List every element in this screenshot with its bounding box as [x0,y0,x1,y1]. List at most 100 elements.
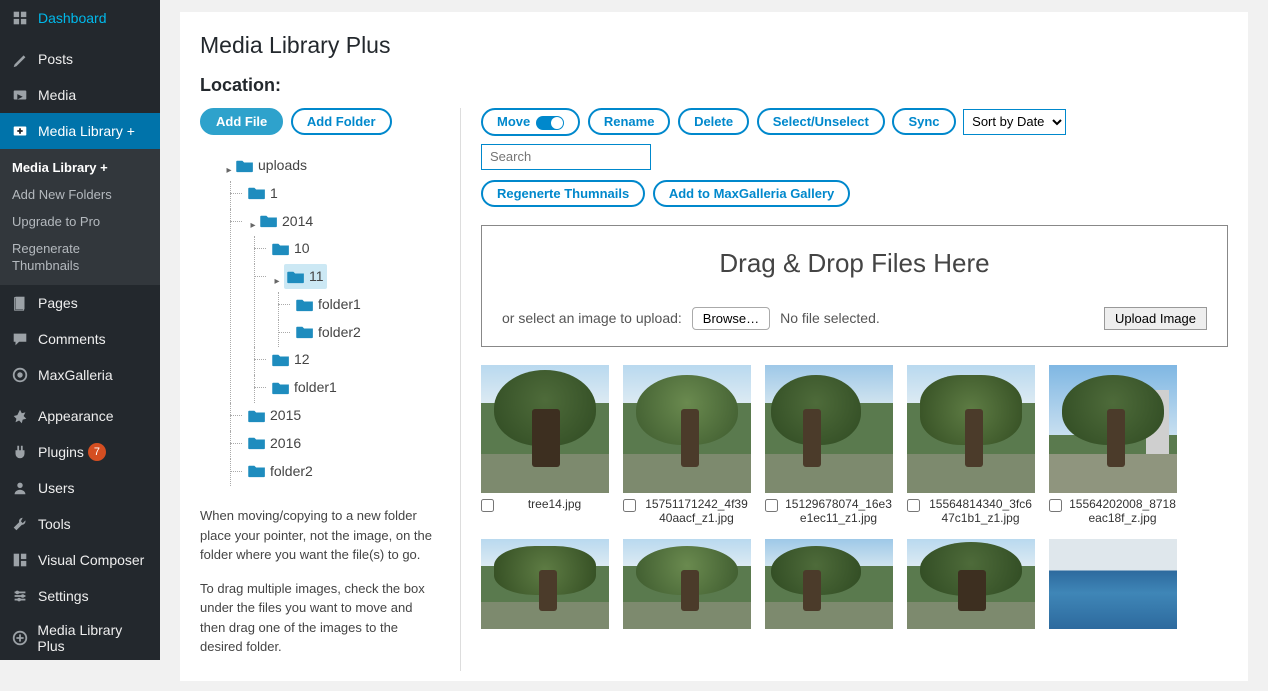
media-library-plus-2-icon [10,628,29,648]
add-to-gallery-button[interactable]: Add to MaxGalleria Gallery [653,180,850,207]
tree-expander[interactable]: ▸ [272,273,282,291]
thumbnail-filename: 15564202008_8718eac18f_z.jpg [1068,497,1177,525]
tree-folder[interactable]: folder1 [272,375,337,400]
tree-folder[interactable]: 2014 [260,209,313,234]
add-folder-button[interactable]: Add Folder [291,108,392,135]
sync-button[interactable]: Sync [892,108,955,135]
tree-folder[interactable]: 11 [284,264,327,289]
sidebar-item-label: Media [38,87,76,103]
sidebar-item-media-library-plus-2[interactable]: Media Library Plus [0,614,160,660]
tree-folder-label: 11 [309,264,324,289]
media-icon [10,85,30,105]
media-library-plus-icon [10,121,30,141]
sidebar-item-label: Visual Composer [38,552,144,568]
tree-folder-label: folder2 [270,459,313,484]
add-file-button[interactable]: Add File [200,108,283,135]
thumbnail-grid-row2 [481,539,1228,629]
maxgalleria-icon [10,365,30,385]
sidebar-item-tools[interactable]: Tools [0,506,160,542]
tree-folder[interactable]: folder2 [296,320,361,345]
upload-image-button[interactable]: Upload Image [1104,307,1207,330]
thumbnail-item[interactable]: tree14.jpg [481,365,609,525]
thumbnail-filename: 15129678074_16e3e1ec11_z1.jpg [784,497,893,525]
sidebar-item-media[interactable]: Media [0,77,160,113]
tree-folder-label: folder2 [318,320,361,345]
tree-expander[interactable]: ▸ [224,162,234,180]
sidebar-item-visual-composer[interactable]: Visual Composer [0,542,160,578]
update-badge: 7 [88,443,106,461]
thumbnail-item[interactable] [907,539,1035,629]
tree-folder[interactable]: 2015 [248,403,301,428]
tree-folder-label: 12 [294,347,310,372]
sidebar-item-plugins[interactable]: Plugins7 [0,434,160,470]
thumbnail-item[interactable] [481,539,609,629]
sidebar-item-comments[interactable]: Comments [0,321,160,357]
comments-icon [10,329,30,349]
toolbar: Move Rename Delete Select/Unselect Sync … [481,108,1228,170]
sidebar-item-media-library-plus[interactable]: Media Library + [0,113,160,149]
select-unselect-button[interactable]: Select/Unselect [757,108,885,135]
sidebar-sub-item[interactable]: Regenerate Thumbnails [0,236,160,280]
tree-folder[interactable]: folder2 [248,459,313,484]
browse-button[interactable]: Browse… [692,307,770,330]
tree-folder-label: uploads [258,153,307,178]
sidebar-item-label: Media Library Plus [37,622,150,654]
tree-folder[interactable]: 2016 [248,431,301,456]
sort-select[interactable]: Sort by Date [963,109,1066,135]
tree-expander[interactable]: ▸ [248,217,258,235]
dropzone[interactable]: Drag & Drop Files Here or select an imag… [481,225,1228,347]
thumbnail-item[interactable]: 15564202008_8718eac18f_z.jpg [1049,365,1177,525]
sidebar-item-appearance[interactable]: Appearance [0,398,160,434]
sidebar-item-label: Appearance [38,408,114,424]
sidebar-item-label: Comments [38,331,106,347]
sidebar-item-label: Media Library + [38,123,135,139]
thumbnail-item[interactable]: 15129678074_16e3e1ec11_z1.jpg [765,365,893,525]
rename-button[interactable]: Rename [588,108,671,135]
tree-folder[interactable]: 10 [272,236,310,261]
location-label: Location: [200,75,1228,96]
users-icon [10,478,30,498]
sidebar-item-label: Pages [38,295,78,311]
thumbnail-checkbox[interactable] [765,499,778,512]
tree-folder[interactable]: folder1 [296,292,361,317]
sidebar-item-label: Dashboard [38,10,107,26]
thumbnail-filename: 15564814340_3fc647c1b1_z1.jpg [926,497,1035,525]
thumbnail-filename: tree14.jpg [500,497,609,511]
tree-folder-label: folder1 [318,292,361,317]
move-button[interactable]: Move [481,108,580,136]
sidebar-sub-item[interactable]: Media Library + [0,155,160,182]
thumbnail-checkbox[interactable] [907,499,920,512]
thumbnail-item[interactable] [623,539,751,629]
tools-icon [10,514,30,534]
sidebar-item-label: Settings [38,588,89,604]
thumbnail-checkbox[interactable] [481,499,494,512]
thumbnail-item[interactable] [765,539,893,629]
sidebar-item-label: Plugins [38,444,84,460]
sidebar-item-label: Users [38,480,75,496]
dropzone-or-text: or select an image to upload: [502,310,682,326]
regenerate-thumbnails-button[interactable]: Regenerte Thumnails [481,180,645,207]
sidebar-item-posts[interactable]: Posts [0,41,160,77]
move-toggle[interactable] [536,116,564,130]
thumbnail-checkbox[interactable] [1049,499,1062,512]
tree-folder[interactable]: 12 [272,347,310,372]
right-column: Move Rename Delete Select/Unselect Sync … [460,108,1228,671]
delete-button[interactable]: Delete [678,108,749,135]
sidebar-item-settings[interactable]: Settings [0,578,160,614]
sidebar-sub-item[interactable]: Add New Folders [0,182,160,209]
search-input[interactable] [481,144,651,170]
tree-folder[interactable]: uploads [236,153,307,178]
thumbnail-checkbox[interactable] [623,499,636,512]
sidebar-item-pages[interactable]: Pages [0,285,160,321]
sidebar-item-users[interactable]: Users [0,470,160,506]
tree-folder[interactable]: 1 [248,181,278,206]
sidebar-sub-item[interactable]: Upgrade to Pro [0,209,160,236]
thumbnail-item[interactable]: 15564814340_3fc647c1b1_z1.jpg [907,365,1035,525]
sidebar-item-dashboard[interactable]: Dashboard [0,0,160,36]
tree-folder-label: 10 [294,236,310,261]
left-column: Add File Add Folder ▸uploads1▸201410▸11f… [200,108,440,671]
thumbnail-item[interactable] [1049,539,1177,629]
tree-folder-label: folder1 [294,375,337,400]
thumbnail-item[interactable]: 15751171242_4f3940aacf_z1.jpg [623,365,751,525]
sidebar-item-maxgalleria[interactable]: MaxGalleria [0,357,160,393]
